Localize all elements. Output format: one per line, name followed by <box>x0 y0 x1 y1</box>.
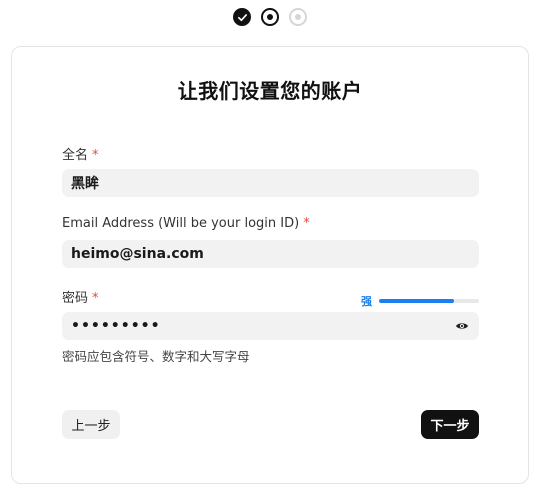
check-icon <box>237 13 247 21</box>
password-label: 密码 * <box>62 287 99 306</box>
password-strength-fill <box>379 299 454 303</box>
password-hint: 密码应包含符号、数字和大写字母 <box>62 349 250 364</box>
back-button[interactable]: 上一步 <box>62 410 120 439</box>
progress-stepper <box>0 7 540 27</box>
step-2-current <box>261 8 279 26</box>
step-1-complete <box>233 8 251 26</box>
full-name-label-text: 全名 <box>62 148 89 163</box>
full-name-input[interactable]: 黑眸 <box>62 169 479 197</box>
email-input[interactable]: heimo@sina.com <box>62 240 479 268</box>
dot-icon <box>267 14 273 20</box>
password-label-text: 密码 <box>62 291 89 306</box>
eye-icon[interactable] <box>454 318 470 334</box>
full-name-value: 黑眸 <box>71 176 99 192</box>
step-3-pending <box>289 8 307 26</box>
page-title: 让我们设置您的账户 <box>177 79 363 103</box>
password-strength-track <box>379 299 479 303</box>
required-mark: * <box>303 216 310 231</box>
email-label: Email Address (Will be your login ID) * <box>62 216 310 231</box>
email-value: heimo@sina.com <box>71 246 204 262</box>
password-strength-meter: 强 <box>361 293 479 309</box>
password-strength-label: 强 <box>361 295 372 308</box>
next-button[interactable]: 下一步 <box>421 410 479 439</box>
dot-icon <box>295 14 301 20</box>
required-mark: * <box>92 148 99 163</box>
email-label-text: Email Address (Will be your login ID) <box>62 216 300 231</box>
full-name-label: 全名 * <box>62 144 99 163</box>
password-value: ••••••••• <box>71 318 161 334</box>
password-input[interactable]: ••••••••• <box>62 312 479 340</box>
required-mark: * <box>92 291 99 306</box>
